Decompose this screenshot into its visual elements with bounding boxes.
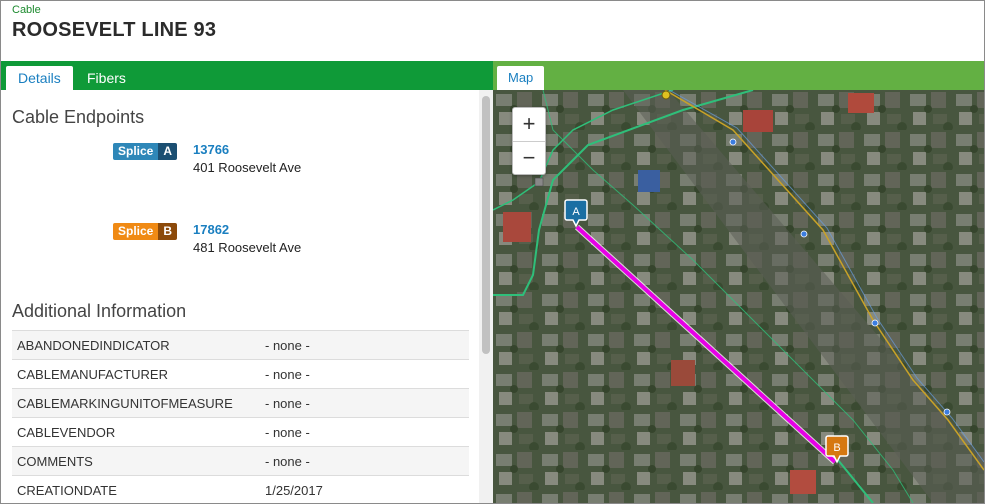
map-building xyxy=(671,360,695,386)
details-scrollbar[interactable] xyxy=(479,90,493,503)
zoom-out-button[interactable]: − xyxy=(513,142,545,175)
endpoint-a-type: Splice xyxy=(113,143,159,160)
header: Cable ROOSEVELT LINE 93 xyxy=(1,1,984,61)
attribute-key: CABLEMARKINGUNITOFMEASURE xyxy=(12,388,260,418)
table-row: ABANDONEDINDICATOR - none - xyxy=(12,330,469,360)
table-row: CABLEMARKINGUNITOFMEASURE - none - xyxy=(12,388,469,418)
feature-type-label: Cable xyxy=(12,4,41,16)
map-panel: Map A B + − xyxy=(493,61,984,503)
attribute-value: - none - xyxy=(260,446,469,476)
table-row: CABLEVENDOR - none - xyxy=(12,417,469,447)
attribute-key: CABLEVENDOR xyxy=(12,417,260,447)
details-panel: Details Fibers Cable Endpoints Splice A … xyxy=(1,61,493,503)
map-node xyxy=(800,230,808,238)
map-node xyxy=(729,138,737,146)
attributes-table: ABANDONEDINDICATOR - none - CABLEMANUFAC… xyxy=(12,330,469,503)
table-row: CABLEMANUFACTURER - none - xyxy=(12,359,469,389)
endpoint-b-letter: B xyxy=(158,223,178,240)
map-building xyxy=(790,470,816,494)
map-node xyxy=(871,319,879,327)
map-node xyxy=(661,90,671,100)
map-view[interactable]: A B + − xyxy=(493,90,984,503)
marker-a-label: A xyxy=(572,206,580,218)
scrollbar-thumb[interactable] xyxy=(482,96,490,354)
endpoint-b-address: 481 Roosevelt Ave xyxy=(193,240,302,255)
attribute-value: - none - xyxy=(260,330,469,360)
attribute-value: - none - xyxy=(260,388,469,418)
map-building xyxy=(743,110,773,132)
cable-endpoints-heading: Cable Endpoints xyxy=(12,107,145,127)
attribute-value: - none - xyxy=(260,417,469,447)
details-content[interactable]: Cable Endpoints Splice A 13766 401 Roose… xyxy=(1,90,479,503)
tab-fibers[interactable]: Fibers xyxy=(75,66,138,90)
attribute-value: 1/25/2017 xyxy=(260,475,469,503)
left-tab-bar: Details Fibers xyxy=(1,61,493,90)
attribute-key: COMMENTS xyxy=(12,446,260,476)
endpoint-a-badge: Splice A xyxy=(113,143,178,160)
map-building xyxy=(503,212,531,242)
table-row: COMMENTS - none - xyxy=(12,446,469,476)
endpoint-b-type: Splice xyxy=(113,223,159,240)
tab-map[interactable]: Map xyxy=(497,66,545,90)
map-building xyxy=(848,93,874,113)
map-node xyxy=(534,177,544,187)
right-tab-bar: Map xyxy=(493,61,984,90)
page-title: ROOSEVELT LINE 93 xyxy=(12,19,217,41)
marker-b-label: B xyxy=(833,442,840,454)
map-node xyxy=(943,408,951,416)
additional-info-heading: Additional Information xyxy=(12,301,187,321)
endpoint-a-address: 401 Roosevelt Ave xyxy=(193,160,302,175)
map-building xyxy=(638,170,660,192)
window-frame: Cable ROOSEVELT LINE 93 Details Fibers C… xyxy=(0,0,985,504)
zoom-in-button[interactable]: + xyxy=(513,108,545,142)
zoom-control: + − xyxy=(512,107,546,175)
endpoint-b-id-link[interactable]: 17862 xyxy=(193,222,229,237)
endpoint-b-badge: Splice B xyxy=(113,223,178,240)
attribute-key: CABLEMANUFACTURER xyxy=(12,359,260,389)
attribute-value: - none - xyxy=(260,359,469,389)
satellite-map[interactable]: A B xyxy=(493,90,984,503)
attribute-key: CREATIONDATE xyxy=(12,475,260,503)
endpoint-a-id-link[interactable]: 13766 xyxy=(193,142,229,157)
tab-details[interactable]: Details xyxy=(6,66,73,90)
endpoint-a-letter: A xyxy=(158,143,178,160)
table-row: CREATIONDATE 1/25/2017 xyxy=(12,475,469,503)
attribute-key: ABANDONEDINDICATOR xyxy=(12,330,260,360)
